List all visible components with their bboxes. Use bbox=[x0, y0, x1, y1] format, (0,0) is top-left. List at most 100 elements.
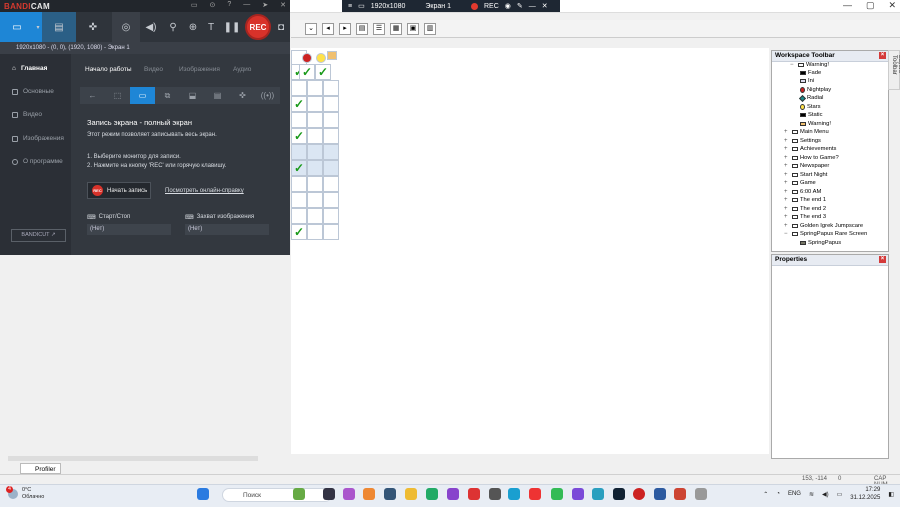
sidebar-item-home[interactable]: ⌂ Главная bbox=[12, 65, 47, 72]
back-icon[interactable]: ← bbox=[80, 87, 105, 104]
tree-item[interactable]: + Settings bbox=[784, 138, 821, 144]
pencil-icon[interactable]: ✎ bbox=[517, 2, 523, 10]
grid-cell[interactable] bbox=[323, 224, 339, 240]
tree-item[interactable]: + Game bbox=[784, 180, 816, 186]
tree-item[interactable]: SpringPapus bbox=[800, 240, 841, 246]
notification-icon[interactable]: ◧ bbox=[888, 491, 894, 498]
tree-item[interactable]: Warning! bbox=[800, 121, 831, 127]
check-icon[interactable]: ✓ bbox=[291, 96, 307, 112]
expand-icon[interactable]: + bbox=[784, 206, 790, 212]
grid-cell[interactable] bbox=[307, 112, 323, 128]
network-icon[interactable]: ◔ bbox=[776, 491, 780, 497]
app-icon[interactable] bbox=[695, 488, 707, 500]
hotkey1-field[interactable]: (Нет) bbox=[87, 224, 171, 235]
grid-cell[interactable] bbox=[323, 176, 339, 192]
minimize-icon[interactable]: — bbox=[843, 0, 852, 12]
grid-cell[interactable] bbox=[323, 112, 339, 128]
app-icon[interactable] bbox=[674, 488, 686, 500]
object-icon[interactable] bbox=[302, 53, 312, 63]
expand-icon[interactable]: + bbox=[784, 180, 790, 186]
speaker-button[interactable]: ◀) bbox=[140, 12, 162, 42]
app-icon[interactable] bbox=[426, 488, 438, 500]
text-button[interactable]: T bbox=[202, 12, 220, 42]
tab-images[interactable]: Изображения bbox=[179, 66, 220, 73]
tree-item[interactable]: − SpringPapus Rare Screen bbox=[784, 231, 867, 237]
sidebar-item-video[interactable]: Видео bbox=[12, 111, 42, 118]
tab-audio[interactable]: Аудио bbox=[233, 66, 251, 73]
app-icon[interactable] bbox=[468, 488, 480, 500]
minimize-icon[interactable]: — bbox=[529, 3, 536, 10]
app-icon[interactable] bbox=[293, 488, 305, 500]
grid-cell[interactable] bbox=[323, 208, 339, 224]
layout-icon[interactable]: ▤ bbox=[356, 22, 368, 35]
check-icon[interactable]: ✓ bbox=[291, 160, 307, 176]
check-icon[interactable]: ✓ bbox=[291, 224, 307, 240]
grid-cell[interactable] bbox=[307, 224, 323, 240]
close-icon[interactable]: ✕ bbox=[280, 1, 286, 9]
grid-cell[interactable] bbox=[323, 192, 339, 208]
menu-icon[interactable]: ≡ bbox=[348, 3, 352, 10]
expand-icon[interactable]: + bbox=[784, 189, 790, 195]
layers-toolbar-tab[interactable]: Layers Toolbar bbox=[888, 50, 900, 90]
language-indicator[interactable]: ENG bbox=[788, 491, 801, 497]
grid-cell[interactable] bbox=[291, 192, 307, 208]
collapse-icon[interactable]: − bbox=[784, 231, 790, 237]
mode-dropdown[interactable]: ▾ bbox=[34, 12, 42, 42]
grid-cell[interactable] bbox=[323, 160, 339, 176]
rec-button[interactable]: REC bbox=[245, 14, 271, 40]
cursor-area-icon[interactable]: ⬓ bbox=[180, 87, 205, 104]
screen-mode-button[interactable]: ▭ bbox=[0, 12, 34, 42]
expand-icon[interactable]: + bbox=[784, 214, 790, 220]
arrow-left-icon[interactable]: ◂ bbox=[322, 22, 334, 35]
camera-icon[interactable]: ◉ bbox=[505, 2, 511, 10]
grid-cell[interactable] bbox=[291, 176, 307, 192]
close-icon[interactable]: ✕ bbox=[888, 0, 896, 12]
expand-icon[interactable]: + bbox=[784, 129, 790, 135]
edge-icon[interactable] bbox=[508, 488, 520, 500]
tree-item[interactable]: + Golden Igrek Jumpscare bbox=[784, 223, 863, 229]
fullscreen-icon[interactable]: ▭ bbox=[130, 87, 155, 104]
folder-icon[interactable]: ▭ bbox=[191, 1, 198, 9]
tree-item[interactable]: Stars bbox=[800, 104, 821, 110]
grid-cell[interactable] bbox=[307, 176, 323, 192]
hdmi-mode-button[interactable]: ▤ bbox=[42, 12, 76, 42]
tab-getting-started[interactable]: Начало работы bbox=[85, 66, 132, 73]
weather-widget[interactable]: 4 0°C Облачно bbox=[6, 486, 44, 501]
check-icon[interactable]: ✓ bbox=[315, 64, 331, 80]
help-icon[interactable]: ? bbox=[227, 1, 231, 9]
tab-video[interactable]: Видео bbox=[144, 66, 163, 73]
grid-cell[interactable] bbox=[291, 112, 307, 128]
window-icon[interactable]: ⧉ bbox=[155, 87, 180, 104]
app-icon[interactable] bbox=[654, 488, 666, 500]
expand-icon[interactable]: + bbox=[784, 155, 790, 161]
horizontal-scrollbar[interactable] bbox=[8, 456, 258, 461]
tree-item[interactable]: + Start Night bbox=[784, 172, 827, 178]
battery-icon[interactable]: ▭ bbox=[837, 491, 843, 498]
online-help-link[interactable]: Посмотреть онлайн-справку bbox=[165, 188, 244, 194]
app-icon[interactable] bbox=[363, 488, 375, 500]
grid-cell[interactable] bbox=[307, 160, 323, 176]
bandicut-button[interactable]: BANDICUT ↗ bbox=[11, 229, 66, 242]
bandicam-taskbar-icon[interactable] bbox=[633, 488, 645, 500]
grid-cell[interactable] bbox=[307, 128, 323, 144]
pause-button[interactable]: ❚❚ bbox=[222, 12, 242, 42]
profiler-tab[interactable]: Profiler bbox=[20, 463, 61, 474]
volume-icon[interactable]: ◀) bbox=[822, 491, 829, 498]
app-icon[interactable] bbox=[551, 488, 563, 500]
grid-cell[interactable] bbox=[323, 80, 339, 96]
grid-cell[interactable] bbox=[323, 144, 339, 160]
minimize-icon[interactable]: — bbox=[243, 1, 250, 9]
maximize-icon[interactable]: ▢ bbox=[866, 0, 875, 12]
grid-cell[interactable] bbox=[291, 208, 307, 224]
region-icon[interactable]: ⬚ bbox=[105, 87, 130, 104]
tree-item[interactable]: Nightplay bbox=[800, 87, 831, 93]
grid-cell[interactable] bbox=[307, 80, 323, 96]
app-icon[interactable] bbox=[447, 488, 459, 500]
gamepad-icon[interactable]: ✜ bbox=[230, 87, 255, 104]
tree-item[interactable]: + The end 3 bbox=[784, 214, 826, 220]
cursor-button[interactable]: ⊕ bbox=[184, 12, 202, 42]
tree-item[interactable]: + Main Menu bbox=[784, 129, 829, 135]
tree-item[interactable]: Radial bbox=[798, 94, 823, 102]
close-icon[interactable]: × bbox=[879, 52, 886, 59]
expand-icon[interactable]: + bbox=[784, 172, 790, 178]
